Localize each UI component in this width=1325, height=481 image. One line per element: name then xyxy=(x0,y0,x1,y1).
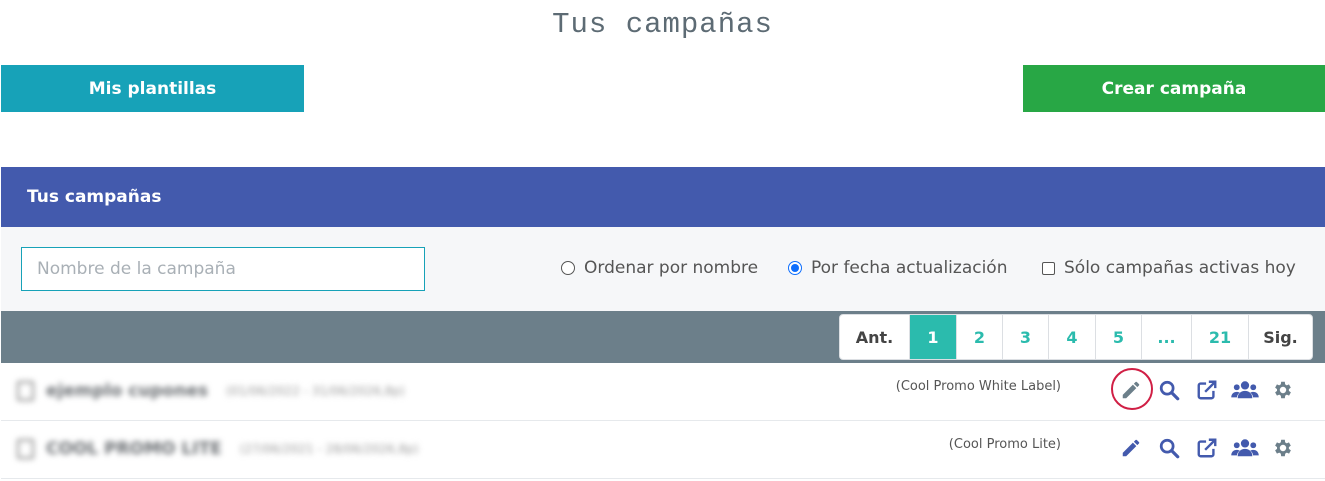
pagination-next[interactable]: Sig. xyxy=(1248,315,1312,359)
campaigns-panel-header: Tus campañas xyxy=(1,167,1325,227)
only-active-today-option[interactable]: Sólo campañas activas hoy xyxy=(1042,258,1296,278)
pagination-prev[interactable]: Ant. xyxy=(840,315,909,359)
only-active-today-label: Sólo campañas activas hoy xyxy=(1064,258,1296,278)
gear-icon[interactable] xyxy=(1269,434,1297,462)
pagination-page[interactable]: 3 xyxy=(1002,315,1048,359)
campaign-row: ejemplo cupones (01/06/2022 - 31/06/2026… xyxy=(1,363,1325,421)
pagination-page[interactable]: 5 xyxy=(1095,315,1141,359)
sort-by-name-label: Ordenar por nombre xyxy=(584,258,759,278)
only-active-today-checkbox[interactable] xyxy=(1042,261,1055,275)
sort-by-date-radio[interactable] xyxy=(788,261,802,275)
campaign-plan: (Cool Promo White Label) xyxy=(895,379,1061,394)
sort-by-name-option[interactable]: Ordenar por nombre xyxy=(561,258,758,278)
sort-by-date-option[interactable]: Por fecha actualización xyxy=(788,258,1007,278)
pagination-ellipsis[interactable]: ... xyxy=(1141,315,1191,359)
search-icon[interactable] xyxy=(1155,434,1183,462)
page-title: Tus campañas xyxy=(552,8,773,41)
campaign-plan: (Cool Promo Lite) xyxy=(948,437,1061,452)
my-templates-button[interactable]: Mis plantillas xyxy=(1,65,304,112)
external-link-icon[interactable] xyxy=(1193,434,1221,462)
pagination-page[interactable]: 1 xyxy=(909,315,956,359)
users-icon[interactable] xyxy=(1231,434,1259,462)
campaign-info: ejemplo cupones (01/06/2022 - 31/06/2026… xyxy=(17,381,405,401)
campaign-actions xyxy=(1117,434,1307,462)
pagination-page[interactable]: 4 xyxy=(1048,315,1095,359)
panel-title: Tus campañas xyxy=(27,187,162,207)
pagination-page[interactable]: 2 xyxy=(956,315,1002,359)
campaign-name[interactable]: COOL PROMO LITE xyxy=(46,439,222,459)
campaign-name[interactable]: ejemplo cupones xyxy=(46,381,208,401)
campaign-row: COOL PROMO LITE (27/06/2021 - 28/06/2026… xyxy=(1,421,1325,479)
pagination-page[interactable]: 21 xyxy=(1191,315,1248,359)
users-icon[interactable] xyxy=(1231,376,1259,404)
campaign-name-search-input[interactable] xyxy=(21,247,425,291)
create-campaign-button[interactable]: Crear campaña xyxy=(1023,65,1325,112)
search-icon[interactable] xyxy=(1155,376,1183,404)
pencil-icon[interactable] xyxy=(1117,434,1145,462)
external-link-icon[interactable] xyxy=(1193,376,1221,404)
campaign-dates: (01/06/2022 - 31/06/2026,8p) xyxy=(225,384,405,398)
pagination: Ant. 1 2 3 4 5 ... 21 Sig. xyxy=(839,314,1313,360)
pencil-icon[interactable] xyxy=(1111,368,1153,410)
calendar-icon xyxy=(17,439,34,459)
campaign-actions xyxy=(1111,368,1307,410)
filter-bar: Ordenar por nombre Por fecha actualizaci… xyxy=(1,227,1325,311)
gear-icon[interactable] xyxy=(1269,376,1297,404)
sort-by-name-radio[interactable] xyxy=(561,261,575,275)
calendar-icon xyxy=(17,381,34,401)
campaign-dates: (27/06/2021 - 28/06/2026,8p) xyxy=(239,442,419,456)
pagination-bar: Ant. 1 2 3 4 5 ... 21 Sig. xyxy=(1,311,1325,363)
sort-by-date-label: Por fecha actualización xyxy=(811,258,1008,278)
campaign-info: COOL PROMO LITE (27/06/2021 - 28/06/2026… xyxy=(17,439,419,459)
